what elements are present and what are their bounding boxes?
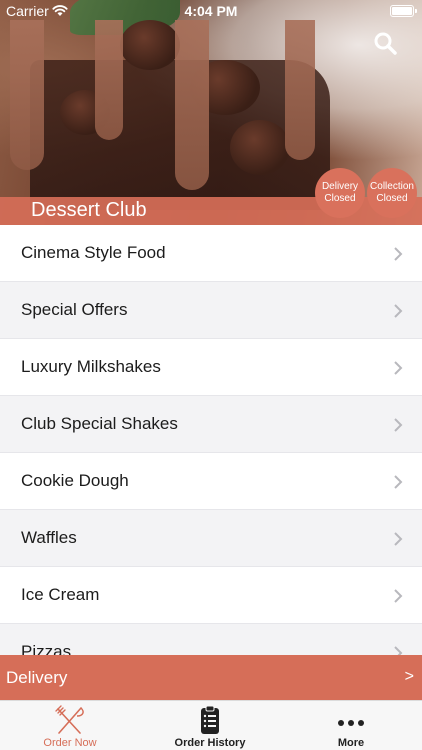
chevron-right-icon bbox=[394, 247, 403, 261]
collection-badge-line2: Closed bbox=[376, 193, 408, 204]
chocolate-drip bbox=[10, 20, 44, 170]
menu-item-cinema-style-food[interactable]: Cinema Style Food bbox=[0, 225, 422, 282]
delivery-status-badge: Delivery Closed bbox=[315, 168, 365, 218]
tab-bar: Order Now Order History More bbox=[0, 700, 422, 750]
menu-category-list: Cinema Style Food Special Offers Luxury … bbox=[0, 225, 422, 655]
menu-item-label: Ice Cream bbox=[21, 585, 100, 604]
cake-chunk bbox=[120, 20, 180, 70]
chevron-right-icon bbox=[394, 646, 403, 655]
menu-item-label: Club Special Shakes bbox=[21, 414, 178, 433]
menu-item-club-special-shakes[interactable]: Club Special Shakes bbox=[0, 396, 422, 453]
delivery-mode-label: Delivery bbox=[6, 668, 68, 687]
delivery-badge-line1: Delivery bbox=[321, 181, 359, 192]
search-icon bbox=[374, 32, 397, 55]
delivery-badge-line2: Closed bbox=[324, 193, 356, 204]
collection-status-badge: Collection Closed bbox=[367, 168, 417, 218]
cake-chunk bbox=[230, 120, 290, 175]
more-dots-icon bbox=[338, 720, 364, 726]
chevron-right-icon bbox=[394, 589, 403, 603]
menu-item-luxury-milkshakes[interactable]: Luxury Milkshakes bbox=[0, 339, 422, 396]
chevron-right-icon bbox=[394, 361, 403, 375]
tab-order-now[interactable]: Order Now bbox=[0, 701, 140, 750]
menu-item-label: Pizzas bbox=[21, 642, 72, 655]
delivery-mode-arrow: > bbox=[404, 668, 414, 685]
chevron-right-icon bbox=[394, 418, 403, 432]
menu-item-label: Luxury Milkshakes bbox=[21, 357, 161, 376]
menu-item-ice-cream[interactable]: Ice Cream bbox=[0, 567, 422, 624]
menu-item-waffles[interactable]: Waffles bbox=[0, 510, 422, 567]
menu-item-label: Cinema Style Food bbox=[21, 243, 166, 262]
collection-badge-line1: Collection bbox=[370, 181, 414, 192]
chevron-right-icon bbox=[394, 475, 403, 489]
menu-item-label: Special Offers bbox=[21, 300, 128, 319]
delivery-mode-button[interactable]: Delivery > bbox=[0, 655, 422, 700]
restaurant-title: Dessert Club bbox=[31, 199, 147, 221]
battery-icon bbox=[390, 5, 417, 17]
chocolate-drip bbox=[175, 20, 209, 190]
menu-item-pizzas[interactable]: Pizzas bbox=[0, 624, 422, 655]
menu-item-cookie-dough[interactable]: Cookie Dough bbox=[0, 453, 422, 510]
chevron-right-icon bbox=[394, 532, 403, 546]
chocolate-drip bbox=[285, 20, 315, 160]
chocolate-drip bbox=[95, 20, 123, 140]
status-bar: Carrier 4:04 PM bbox=[0, 0, 422, 22]
search-button[interactable] bbox=[372, 30, 400, 58]
clipboard-list-icon bbox=[201, 705, 219, 734]
status-time: 4:04 PM bbox=[184, 3, 238, 19]
menu-item-special-offers[interactable]: Special Offers bbox=[0, 282, 422, 339]
tab-label: Order Now bbox=[43, 737, 97, 749]
tab-label: Order History bbox=[174, 737, 246, 749]
menu-item-label: Cookie Dough bbox=[21, 471, 129, 490]
menu-item-label: Waffles bbox=[21, 528, 77, 547]
fork-knife-icon bbox=[55, 705, 84, 734]
tab-order-history[interactable]: Order History bbox=[140, 701, 280, 750]
tab-label: More bbox=[337, 737, 365, 749]
chevron-right-icon bbox=[394, 304, 403, 318]
tab-more[interactable]: More bbox=[281, 701, 421, 750]
